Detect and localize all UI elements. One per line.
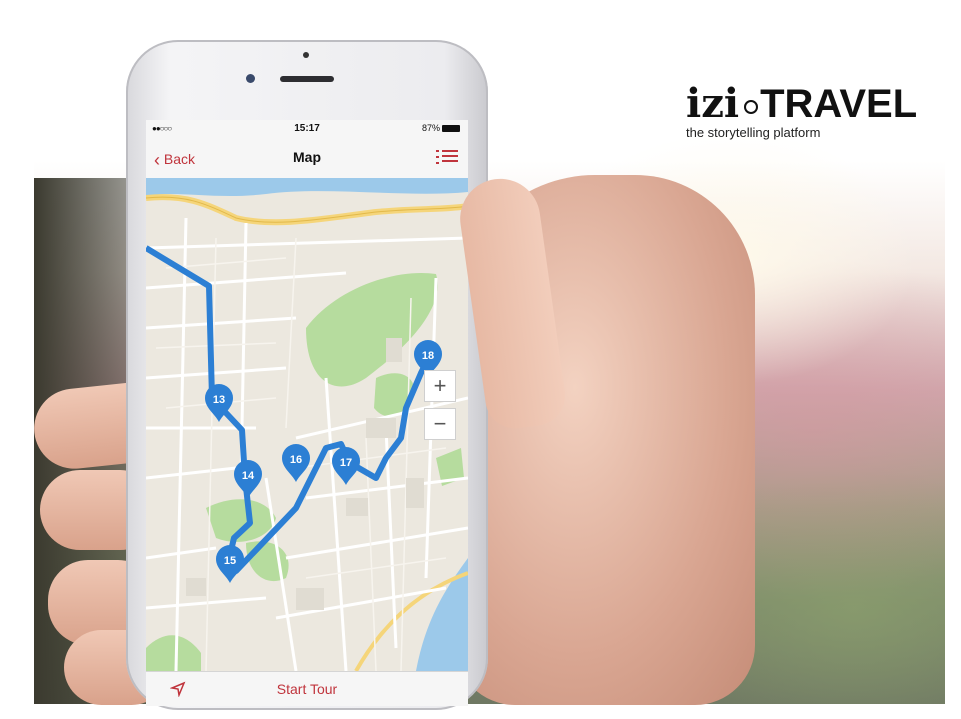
phone-screen: ●●○○○ 15:17 87% ‹ Back Map 13 14 15 16 1… bbox=[146, 120, 468, 706]
back-button[interactable]: ‹ Back bbox=[154, 150, 195, 171]
map-pin-label: 13 bbox=[213, 394, 225, 406]
front-sensor bbox=[303, 52, 309, 58]
map-view[interactable]: 13 14 15 16 17 18 bbox=[146, 178, 468, 671]
start-tour-button[interactable]: Start Tour bbox=[146, 681, 468, 697]
map-pin-label: 16 bbox=[290, 454, 302, 466]
map-pin-label: 17 bbox=[340, 457, 352, 469]
logo-izi: izi bbox=[686, 80, 740, 127]
status-time: 15:17 bbox=[294, 123, 320, 134]
logo-dot-icon bbox=[744, 100, 759, 114]
map-pin-label: 15 bbox=[224, 555, 236, 567]
image-frame: izi TRAVEL the storytelling platform ●●○○… bbox=[0, 0, 961, 719]
battery-indicator: 87% bbox=[422, 123, 460, 133]
earpiece-speaker bbox=[280, 76, 334, 82]
list-icon[interactable] bbox=[436, 147, 458, 167]
logo-wordmark: izi TRAVEL bbox=[686, 80, 936, 127]
zoom-in-button[interactable]: + bbox=[424, 370, 456, 402]
izi-travel-logo: izi TRAVEL the storytelling platform bbox=[686, 80, 936, 160]
zoom-out-button[interactable]: − bbox=[424, 408, 456, 440]
bottom-bar: Start Tour bbox=[146, 671, 468, 706]
status-bar: ●●○○○ 15:17 87% bbox=[146, 120, 468, 138]
back-chevron-icon: ‹ bbox=[154, 150, 160, 170]
nav-bar: ‹ Back Map bbox=[146, 138, 468, 179]
back-label: Back bbox=[163, 151, 196, 167]
logo-travel: TRAVEL bbox=[760, 82, 918, 126]
battery-icon bbox=[442, 125, 460, 133]
map-pin-label: 18 bbox=[422, 350, 434, 362]
battery-percent: 87% bbox=[421, 123, 440, 133]
front-camera bbox=[246, 74, 255, 83]
map-pin-label: 14 bbox=[242, 470, 255, 482]
logo-tagline: the storytelling platform bbox=[686, 125, 821, 140]
